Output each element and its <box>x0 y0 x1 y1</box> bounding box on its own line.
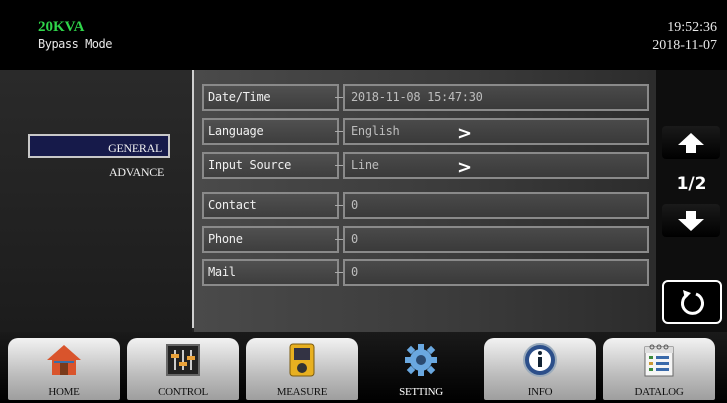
tab-label: MEASURE <box>276 386 328 398</box>
model-label: 20KVA <box>38 19 85 35</box>
input-source-value[interactable]: Line > <box>343 152 649 179</box>
bottom-tab-bar: HOME CONTROL MEASURE SETTING INFO DATALO… <box>0 332 727 403</box>
tab-label: HOME <box>48 386 80 398</box>
language-value[interactable]: English > <box>343 118 649 145</box>
contact-value[interactable]: 0 <box>343 192 649 219</box>
clock: 19:52:36 2018-11-07 <box>652 19 717 55</box>
setting-label: Mail <box>202 259 339 286</box>
chevron-right-icon[interactable]: > <box>457 122 472 145</box>
input-source-value-text: Line <box>351 158 379 172</box>
gear-icon <box>365 341 477 379</box>
sidebar: GENERAL ADVANCE <box>0 70 192 332</box>
setting-label: Contact <box>202 192 339 219</box>
tab-home[interactable]: HOME <box>8 338 120 400</box>
info-icon <box>484 341 596 379</box>
page-down-button[interactable] <box>662 204 720 237</box>
main-panel: GENERAL ADVANCE Date/Time 2018-11-08 15:… <box>0 70 727 332</box>
arrow-up-icon <box>678 132 704 153</box>
mail-value[interactable]: 0 <box>343 259 649 286</box>
setting-label: Input Source <box>202 152 339 179</box>
page-up-button[interactable] <box>662 126 720 159</box>
tab-control[interactable]: CONTROL <box>127 338 239 400</box>
page-indicator: 1/2 <box>676 174 707 194</box>
tab-label: DATALOG <box>634 386 684 398</box>
status-header: 20KVA Bypass Mode 19:52:36 2018-11-07 <box>0 0 727 66</box>
tab-label: CONTROL <box>158 386 208 398</box>
back-button[interactable] <box>662 280 722 324</box>
datetime-value[interactable]: 2018-11-08 15:47:30 <box>343 84 649 111</box>
setting-label: Language <box>202 118 339 145</box>
refresh-icon <box>680 290 704 315</box>
sidebar-item-general[interactable]: GENERAL <box>28 134 170 158</box>
tab-label: INFO <box>527 386 553 398</box>
tab-info[interactable]: INFO <box>484 338 596 400</box>
phone-value[interactable]: 0 <box>343 226 649 253</box>
mode-label: Bypass Mode <box>38 37 112 51</box>
clock-date: 2018-11-07 <box>652 38 717 53</box>
meter-icon <box>246 341 358 379</box>
chevron-right-icon[interactable]: > <box>457 156 472 179</box>
settings-list: Date/Time 2018-11-08 15:47:30 Language E… <box>194 70 656 332</box>
clock-time: 19:52:36 <box>667 20 717 35</box>
setting-label: Date/Time <box>202 84 339 111</box>
language-value-text: English <box>351 124 400 138</box>
tab-label: SETTING <box>399 386 443 398</box>
tab-datalog[interactable]: DATALOG <box>603 338 715 400</box>
sliders-icon <box>127 341 239 379</box>
sidebar-item-advance[interactable]: ADVANCE <box>28 160 170 184</box>
home-icon <box>8 341 120 379</box>
arrow-down-icon <box>678 210 704 231</box>
page-navigation: 1/2 <box>656 70 727 332</box>
setting-label: Phone <box>202 226 339 253</box>
tab-measure[interactable]: MEASURE <box>246 338 358 400</box>
tab-setting[interactable]: SETTING <box>365 338 477 400</box>
calendar-icon <box>603 341 715 379</box>
